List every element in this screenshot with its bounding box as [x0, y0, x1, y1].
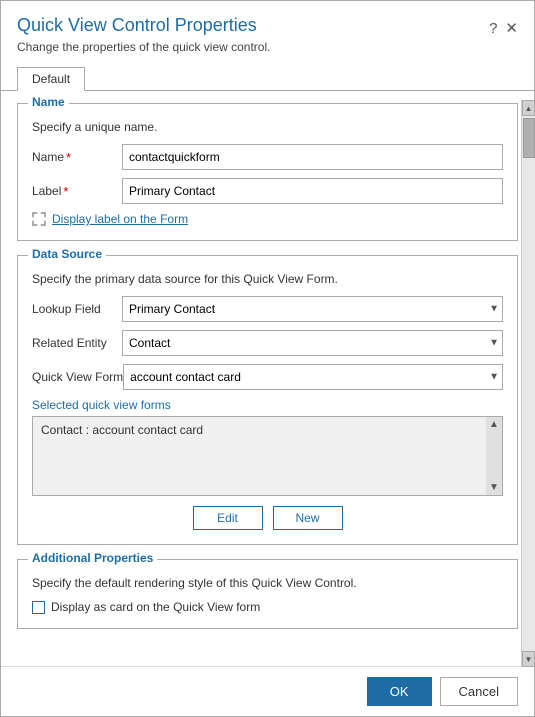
- scroll-down-icon[interactable]: ▼: [489, 482, 499, 493]
- tab-default[interactable]: Default: [17, 67, 85, 91]
- additional-legend: Additional Properties: [28, 551, 157, 565]
- title-left: Quick View Control Properties Change the…: [17, 15, 270, 54]
- new-button[interactable]: New: [273, 506, 343, 530]
- additional-section: Additional Properties Specify the defaul…: [17, 559, 518, 629]
- quickviewform-select[interactable]: account contact card: [123, 364, 503, 390]
- title-bar: Quick View Control Properties Change the…: [1, 1, 534, 58]
- title-actions: ? ✕: [489, 15, 518, 37]
- label-input[interactable]: [122, 178, 503, 204]
- card-checkbox[interactable]: [32, 601, 45, 614]
- scroll-up-icon[interactable]: ▲: [489, 419, 499, 430]
- selected-forms-item: Contact : account contact card: [37, 421, 484, 439]
- display-label-checkbox[interactable]: [32, 212, 46, 226]
- label-required: *: [63, 184, 68, 199]
- name-description: Specify a unique name.: [32, 120, 503, 134]
- entity-select[interactable]: Contact: [122, 330, 503, 356]
- dialog-scrollbar: ▲ ▼: [521, 100, 535, 667]
- name-legend: Name: [28, 95, 69, 109]
- footer: OK Cancel: [1, 666, 534, 716]
- display-label-row: Display label on the Form: [32, 212, 503, 226]
- datasource-legend: Data Source: [28, 247, 106, 261]
- name-section: Name Specify a unique name. Name * Label…: [17, 103, 518, 241]
- entity-row: Related Entity Contact ▼: [32, 330, 503, 356]
- additional-description: Specify the default rendering style of t…: [32, 576, 503, 590]
- dialog-subtitle: Change the properties of the quick view …: [17, 40, 270, 54]
- entity-select-wrapper: Contact ▼: [122, 330, 503, 356]
- label-row: Label *: [32, 178, 503, 204]
- name-required: *: [66, 150, 71, 165]
- close-icon[interactable]: ✕: [505, 19, 518, 37]
- content-area: Name Specify a unique name. Name * Label…: [1, 90, 534, 666]
- label-label: Label *: [32, 184, 122, 199]
- lookup-select-wrapper: Primary Contact ▼: [122, 296, 503, 322]
- card-checkbox-row: Display as card on the Quick View form: [32, 600, 503, 614]
- name-row: Name *: [32, 144, 503, 170]
- selected-forms-label: Selected quick view forms: [32, 398, 503, 412]
- scrollbar-up-btn[interactable]: ▲: [522, 100, 535, 116]
- lookup-select[interactable]: Primary Contact: [122, 296, 503, 322]
- lookup-label: Lookup Field: [32, 302, 122, 316]
- edit-new-row: Edit New: [32, 506, 503, 530]
- entity-label: Related Entity: [32, 336, 122, 350]
- dialog: Quick View Control Properties Change the…: [0, 0, 535, 717]
- help-icon[interactable]: ?: [489, 20, 497, 37]
- selected-forms-box: Contact : account contact card ▲ ▼: [32, 416, 503, 496]
- tabs-bar: Default: [1, 58, 534, 90]
- scrollbar-down-btn[interactable]: ▼: [522, 651, 535, 667]
- card-checkbox-label: Display as card on the Quick View form: [51, 600, 260, 614]
- ok-button[interactable]: OK: [367, 677, 432, 706]
- cancel-button[interactable]: Cancel: [440, 677, 518, 706]
- dialog-title: Quick View Control Properties: [17, 15, 270, 36]
- scrollbar-thumb[interactable]: [523, 118, 535, 158]
- edit-button[interactable]: Edit: [193, 506, 263, 530]
- name-input[interactable]: [122, 144, 503, 170]
- display-label-text[interactable]: Display label on the Form: [52, 212, 188, 226]
- form-row: Quick View Form account contact card ▼: [32, 364, 503, 390]
- name-label: Name *: [32, 150, 122, 165]
- form-select-wrapper: account contact card ▼: [123, 364, 503, 390]
- quickviewform-label: Quick View Form: [32, 370, 123, 384]
- selected-forms-scrollbar: ▲ ▼: [486, 417, 502, 495]
- datasource-description: Specify the primary data source for this…: [32, 272, 503, 286]
- datasource-section: Data Source Specify the primary data sou…: [17, 255, 518, 545]
- lookup-row: Lookup Field Primary Contact ▼: [32, 296, 503, 322]
